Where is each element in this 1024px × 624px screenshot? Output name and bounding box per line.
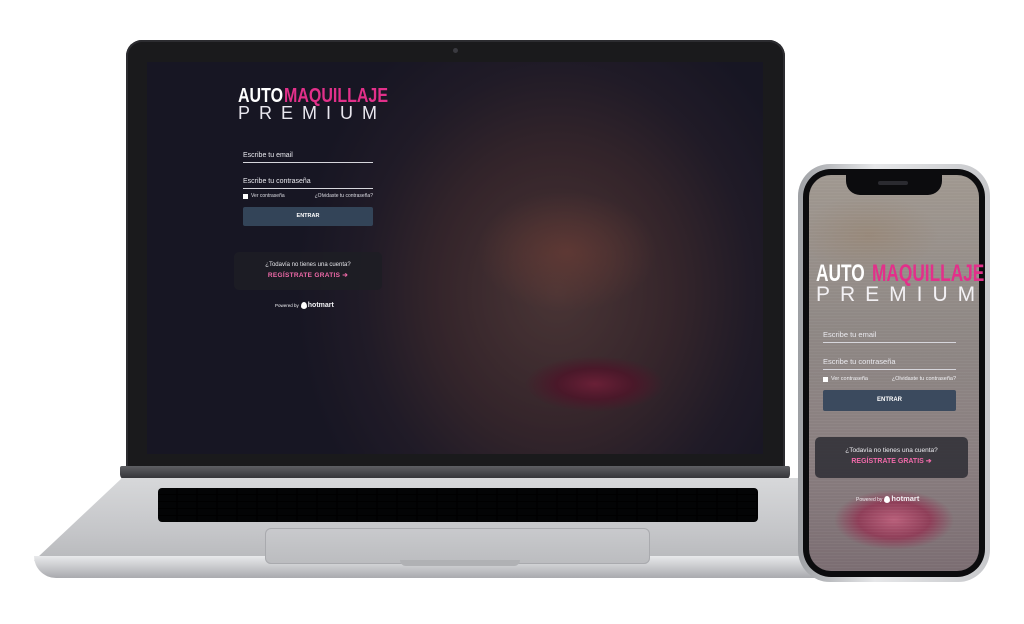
powered-by-label: Powered by bbox=[275, 303, 299, 308]
phone-password-field[interactable]: Escribe tu contraseña bbox=[823, 352, 956, 370]
phone-register-link[interactable]: REGÍSTRATE GRATIS ➔ bbox=[815, 457, 968, 465]
login-button[interactable]: ENTRAR bbox=[243, 207, 373, 226]
forgot-password-link[interactable]: ¿Olvidaste tu contraseña? bbox=[315, 193, 373, 199]
phone-show-password-label[interactable]: Ver contraseña bbox=[831, 376, 868, 382]
phone-hotmart-logo-text: hotmart bbox=[891, 494, 920, 503]
phone-email-placeholder: Escribe tu email bbox=[823, 330, 877, 339]
hotmart-flame-icon bbox=[884, 496, 891, 504]
arrow-right-icon: ➔ bbox=[342, 272, 349, 279]
phone-forgot-password-link[interactable]: ¿Olvidaste tu contraseña? bbox=[892, 376, 956, 382]
brand-logo: AUTOMAQUILLAJE PREMIUM bbox=[238, 86, 414, 122]
phone-brand-premium: PREMIUM bbox=[816, 283, 986, 306]
phone-register-question: ¿Todavía no tienes una cuenta? bbox=[845, 447, 938, 454]
phone-brand-maquillaje: MAQUILLAJE bbox=[871, 260, 984, 287]
phone-login-options-row: Ver contraseña ¿Olvidaste tu contraseña? bbox=[823, 376, 956, 385]
phone-email-field[interactable]: Escribe tu email bbox=[823, 325, 956, 343]
register-link[interactable]: REGÍSTRATE GRATIS ➔ bbox=[234, 271, 382, 279]
laptop-camera bbox=[453, 48, 458, 53]
show-password-label[interactable]: Ver contraseña bbox=[251, 193, 285, 199]
register-box: ¿Todavía no tienes una cuenta? REGÍSTRAT… bbox=[234, 252, 382, 290]
show-password-checkbox[interactable] bbox=[243, 194, 248, 199]
phone-login-button[interactable]: ENTRAR bbox=[823, 390, 956, 411]
phone-brand-auto: AUTO bbox=[816, 260, 865, 287]
phone-powered-by-label: Powered by bbox=[856, 497, 883, 503]
laptop-hinge bbox=[120, 466, 790, 480]
brand-maquillaje: MAQUILLAJE bbox=[284, 85, 389, 107]
email-field[interactable]: Escribe tu email bbox=[243, 146, 373, 163]
phone-brand-logo: AUTO MAQUILLAJE PREMIUM bbox=[816, 260, 1024, 306]
phone-register-link-label: REGÍSTRATE GRATIS bbox=[851, 458, 924, 465]
phone-register-box: ¿Todavía no tienes una cuenta? REGÍSTRAT… bbox=[815, 437, 968, 478]
arrow-right-icon: ➔ bbox=[925, 458, 932, 465]
phone-password-placeholder: Escribe tu contraseña bbox=[823, 357, 896, 366]
laptop-opening-notch bbox=[400, 560, 520, 566]
phone-powered-by: Powered by hotmart bbox=[856, 494, 920, 504]
phone-notch bbox=[846, 175, 942, 195]
hotmart-logo-text: hotmart bbox=[307, 302, 334, 309]
password-field[interactable]: Escribe tu contraseña bbox=[243, 172, 373, 189]
password-placeholder: Escribe tu contraseña bbox=[243, 178, 311, 185]
powered-by: Powered by hotmart bbox=[275, 302, 334, 310]
phone-speaker bbox=[878, 181, 908, 185]
phone-screen-background bbox=[809, 175, 979, 571]
register-question: ¿Todavía no tienes una cuenta? bbox=[265, 262, 351, 268]
register-link-label: REGÍSTRATE GRATIS bbox=[267, 272, 341, 279]
phone-show-password-checkbox[interactable] bbox=[823, 377, 828, 382]
hotmart-flame-icon bbox=[300, 302, 307, 310]
login-options-row: Ver contraseña ¿Olvidaste tu contraseña? bbox=[243, 193, 373, 201]
email-placeholder: Escribe tu email bbox=[243, 152, 293, 159]
laptop-trackpad bbox=[265, 528, 650, 564]
brand-auto: AUTO bbox=[238, 85, 284, 107]
laptop-keyboard bbox=[158, 488, 758, 522]
